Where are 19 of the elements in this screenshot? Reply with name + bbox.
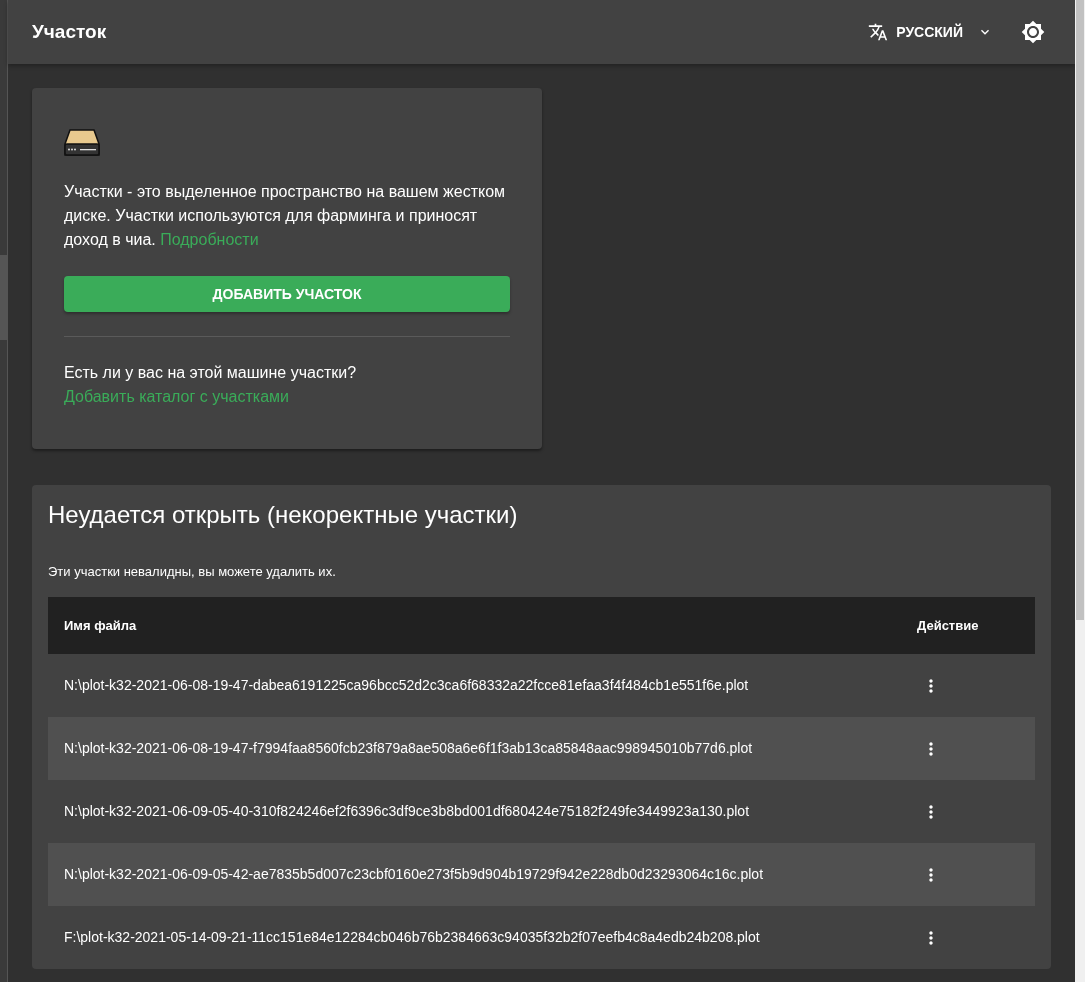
filename-cell: N:\plot-k32-2021-06-08-19-47-f7994faa8560fcb23f879a8ae508a6e6f1f3ab13ca85848aac998945010b77d6.plot	[48, 717, 901, 781]
add-plot-button[interactable]: ДОБАВИТЬ УЧАСТОК	[64, 276, 510, 312]
add-directory-link[interactable]: Добавить каталог с участками	[64, 388, 289, 405]
language-selector[interactable]: РУССКИЙ	[862, 17, 999, 47]
panel-subtitle: Эти участки невалидны, вы можете удалить их.	[48, 562, 337, 581]
description-text: Участки - это выделенное пространство на вашем жестком диске. Участки используются для фарминга и приносят доход в чиа. Подробности	[64, 182, 507, 250]
panel-title: Неудается открыть (некоректные участки)	[48, 501, 519, 530]
scrollbar-thumb[interactable]	[1076, 0, 1084, 620]
question-text: Есть ли у вас на этой машине участки? Добавить каталог с участками	[64, 363, 358, 407]
translate-icon	[868, 22, 889, 42]
filename-cell: N:\plot-k32-2021-06-09-05-42-ae7835b5d007c23cbf0160e273f5b9d904b19729f942e228db0d23293064c16c.plot	[48, 843, 901, 907]
filename-cell: N:\plot-k32-2021-06-08-19-47-dabea6191225ca96bcc52d2c3ca6f68332a22fcce81efaa3f4f484cb1e551f6e.plot	[48, 654, 901, 718]
scrollbar-thumb[interactable]	[0, 255, 7, 340]
filename-cell: N:\plot-k32-2021-06-09-05-40-310f824246ef2f6396c3df9ce3b8bd001df680424e75182f249fe3449923a130.plot	[48, 780, 901, 844]
column-header: Имя файла	[48, 597, 901, 655]
hard-drive-icon	[64, 128, 100, 158]
column-header: Действие	[901, 597, 1035, 655]
page-title: Участок	[32, 20, 107, 44]
learn-more-link[interactable]: Подробности	[160, 231, 259, 248]
